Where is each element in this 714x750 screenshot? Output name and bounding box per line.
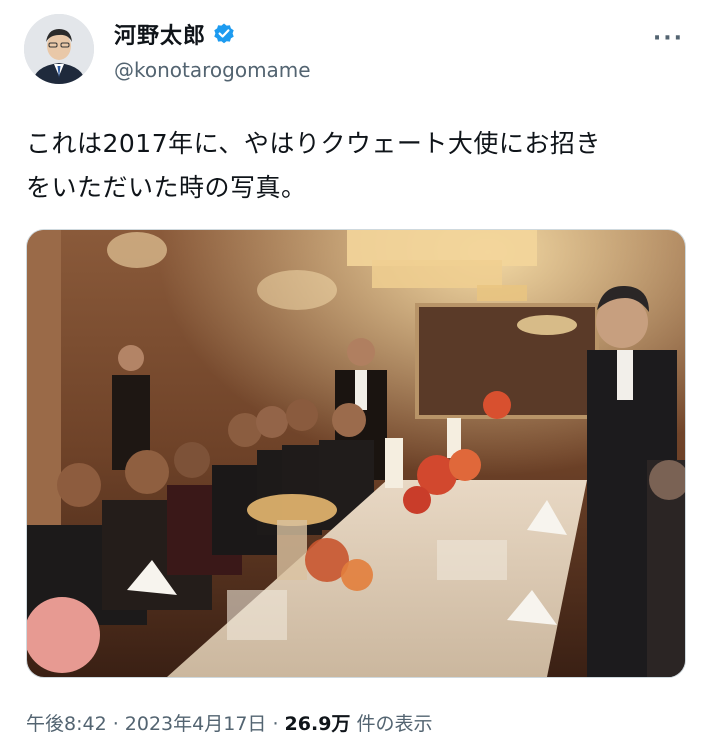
tweet-date: 2023年4月17日 (124, 713, 267, 735)
avatar-image (24, 14, 94, 84)
author-name-row: 河野太郎 (114, 18, 236, 50)
author-display-name[interactable]: 河野太郎 (114, 18, 206, 50)
tweet-photo[interactable] (26, 229, 686, 678)
views-count: 26.9万 (284, 713, 351, 735)
views-label: 件の表示 (350, 713, 433, 735)
more-options-icon[interactable]: ··· (653, 26, 684, 51)
tweet-text-line: これは2017年に、やはりクウェート大使にお招き (26, 129, 601, 158)
tweet-time-link[interactable]: 午後8:42 · 2023年4月17日 (26, 713, 266, 735)
meta-separator: · (266, 713, 285, 735)
tweet-text-line: をいただいた時の写真。 (26, 173, 307, 202)
author-handle[interactable]: @konotarogomame (114, 58, 311, 82)
tweet-meta: 午後8:42 · 2023年4月17日 · 26.9万 件の表示 (26, 709, 432, 736)
tweet-time: 午後8:42 (26, 713, 107, 735)
tweet-text: これは2017年に、やはりクウェート大使にお招き をいただいた時の写真。 (26, 122, 696, 210)
profile-avatar[interactable] (24, 14, 94, 84)
verified-badge-icon (212, 22, 236, 46)
dinner-banquet-photo (27, 230, 685, 677)
meta-separator: · (106, 713, 125, 735)
